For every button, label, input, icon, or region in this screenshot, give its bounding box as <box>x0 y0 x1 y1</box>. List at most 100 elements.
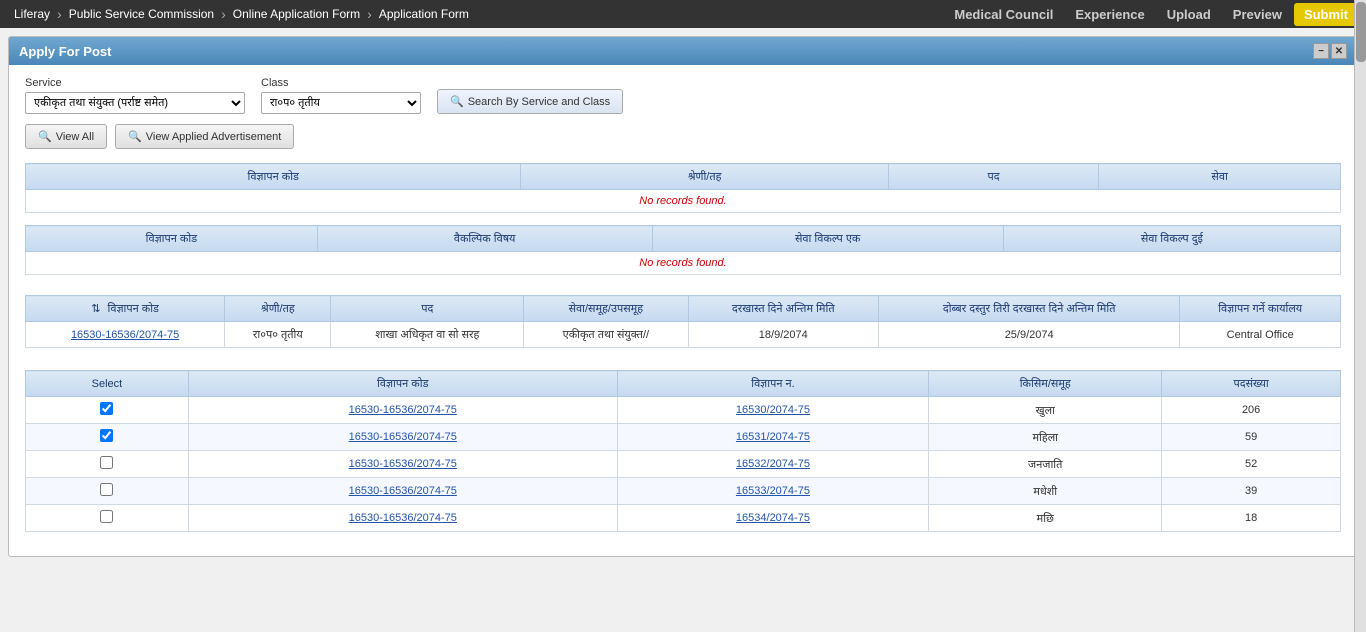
table4-row4-advno: 16534/2074-75 <box>617 505 929 532</box>
service-select[interactable]: एकीकृत तथा संयुक्त (पर्राष्ट समेत) <box>25 92 245 114</box>
table4-row1-advno-link[interactable]: 16531/2074-75 <box>736 431 810 443</box>
table4-header-category: किसिम/समूह <box>929 371 1162 397</box>
table2-section: विज्ञापन कोड वैकल्पिक विषय सेवा विकल्प ए… <box>25 225 1341 275</box>
tab-upload[interactable]: Upload <box>1157 3 1221 26</box>
table4-row4-count: 18 <box>1162 505 1341 532</box>
table4-header-count: पदसंख्या <box>1162 371 1341 397</box>
panel-header: Apply For Post − ✕ <box>9 37 1357 65</box>
table4-header-code: विज्ञापन कोड <box>188 371 617 397</box>
table4-row2-checkbox-cell <box>26 451 189 478</box>
table3: ⇅ विज्ञापन कोड श्रेणी/तह पद सेवा/समूह/उप… <box>25 295 1341 348</box>
service-class-row: Service एकीकृत तथा संयुक्त (पर्राष्ट समे… <box>25 77 1341 114</box>
table1-section: विज्ञापन कोड श्रेणी/तह पद सेवा No record… <box>25 163 1341 213</box>
table3-section: ⇅ विज्ञापन कोड श्रेणी/तह पद सेवा/समूह/उप… <box>25 295 1341 348</box>
table2: विज्ञापन कोड वैकल्पिक विषय सेवा विकल्प ए… <box>25 225 1341 275</box>
list-item: 16530-16536/2074-75 16530/2074-75 खुला 2… <box>26 397 1341 424</box>
view-all-icon: 🔍 <box>38 130 52 143</box>
table3-header-office: विज्ञापन गर्ने कार्यालय <box>1180 296 1341 322</box>
table3-row1-post: शाखा अधिकृत वा सो सरह <box>331 322 524 348</box>
table4-row2-advno-link[interactable]: 16532/2074-75 <box>736 458 810 470</box>
breadcrumb-sep-3: › <box>367 6 372 22</box>
table4-row0-count: 206 <box>1162 397 1341 424</box>
table4-row0-advno-link[interactable]: 16530/2074-75 <box>736 404 810 416</box>
table4-row2-checkbox[interactable] <box>100 456 113 469</box>
search-icon: 🔍 <box>450 95 464 108</box>
breadcrumb-liferay[interactable]: Liferay <box>8 3 56 25</box>
scrollbar-thumb[interactable] <box>1356 2 1366 62</box>
table4-row3-category: मधेशी <box>929 478 1162 505</box>
table3-header-service: सेवा/समूह/उपसमूह <box>524 296 688 322</box>
breadcrumb-sep-1: › <box>57 6 62 22</box>
table2-header-service2: सेवा विकल्प दुई <box>1003 226 1340 252</box>
table4-row1-code-link[interactable]: 16530-16536/2074-75 <box>349 431 457 443</box>
table2-header-service1: सेवा विकल्प एक <box>652 226 1003 252</box>
table2-header-optional: वैकल्पिक विषय <box>317 226 652 252</box>
table4-row1-category: महिला <box>929 424 1162 451</box>
table1-header-grade: श्रेणी/तह <box>521 164 888 190</box>
table3-header-deadline: दरखास्त दिने अन्तिम मिति <box>688 296 878 322</box>
table4-row4-advno-link[interactable]: 16534/2074-75 <box>736 512 810 524</box>
table4-row3-checkbox[interactable] <box>100 483 113 496</box>
list-item: 16530-16536/2074-75 16532/2074-75 जनजाति… <box>26 451 1341 478</box>
table4-row3-advno-link[interactable]: 16533/2074-75 <box>736 485 810 497</box>
service-group: Service एकीकृत तथा संयुक्त (पर्राष्ट समे… <box>25 77 245 114</box>
panel-header-buttons: − ✕ <box>1313 43 1347 59</box>
table4-row4-code-link[interactable]: 16530-16536/2074-75 <box>349 512 457 524</box>
breadcrumb-af[interactable]: Application Form <box>373 3 475 25</box>
breadcrumb-sep-2: › <box>221 6 226 22</box>
table4-row2-advno: 16532/2074-75 <box>617 451 929 478</box>
table3-header-code: ⇅ विज्ञापन कोड <box>26 296 225 322</box>
table1-header-post: पद <box>888 164 1099 190</box>
table4-row3-count: 39 <box>1162 478 1341 505</box>
table4-row1-count: 59 <box>1162 424 1341 451</box>
action-row: 🔍 View All 🔍 View Applied Advertisement <box>25 124 1341 149</box>
table2-no-records: No records found. <box>26 252 1341 275</box>
tab-nav: Medical Council Experience Upload Previe… <box>944 3 1358 26</box>
table4-row2-count: 52 <box>1162 451 1341 478</box>
list-item: 16530-16536/2074-75 16534/2074-75 मछि 18 <box>26 505 1341 532</box>
table4-row1-checkbox-cell <box>26 424 189 451</box>
table4-row0-code: 16530-16536/2074-75 <box>188 397 617 424</box>
table4-row0-advno: 16530/2074-75 <box>617 397 929 424</box>
table4-row4-checkbox[interactable] <box>100 510 113 523</box>
table3-header-grade: श्रेणी/तह <box>225 296 331 322</box>
form-area: Service एकीकृत तथा संयुक्त (पर्राष्ट समे… <box>9 65 1357 556</box>
table3-row1-double-deadline: 25/9/2074 <box>878 322 1179 348</box>
table4-row4-checkbox-cell <box>26 505 189 532</box>
view-all-button[interactable]: 🔍 View All <box>25 124 107 149</box>
search-service-class-button[interactable]: 🔍 Search By Service and Class <box>437 89 623 114</box>
table3-row1-code: 16530-16536/2074-75 <box>26 322 225 348</box>
table4-row0-checkbox[interactable] <box>100 402 113 415</box>
table4-header-advno: विज्ञापन न. <box>617 371 929 397</box>
breadcrumb-psc[interactable]: Public Service Commission <box>63 3 220 25</box>
table1-header-code: विज्ञापन कोड <box>26 164 521 190</box>
table4-row0-code-link[interactable]: 16530-16536/2074-75 <box>349 404 457 416</box>
table1: विज्ञापन कोड श्रेणी/तह पद सेवा No record… <box>25 163 1341 213</box>
table4-row4-category: मछि <box>929 505 1162 532</box>
tab-submit[interactable]: Submit <box>1294 3 1358 26</box>
table4-row3-checkbox-cell <box>26 478 189 505</box>
view-applied-icon: 🔍 <box>128 130 142 143</box>
table4-row2-code-link[interactable]: 16530-16536/2074-75 <box>349 458 457 470</box>
breadcrumb-oaf[interactable]: Online Application Form <box>227 3 366 25</box>
table4-row1-code: 16530-16536/2074-75 <box>188 424 617 451</box>
main-panel: Apply For Post − ✕ Service एकीकृत तथा सं… <box>8 36 1358 557</box>
table3-header-double-deadline: दोब्बर दस्तुर तिरी दरखास्त दिने अन्तिम म… <box>878 296 1179 322</box>
table4-row3-code: 16530-16536/2074-75 <box>188 478 617 505</box>
close-button[interactable]: ✕ <box>1331 43 1347 59</box>
table4-row3-advno: 16533/2074-75 <box>617 478 929 505</box>
table4-row3-code-link[interactable]: 16530-16536/2074-75 <box>349 485 457 497</box>
panel-title: Apply For Post <box>19 44 111 59</box>
view-applied-button[interactable]: 🔍 View Applied Advertisement <box>115 124 294 149</box>
minimize-button[interactable]: − <box>1313 43 1329 59</box>
tab-medical-council[interactable]: Medical Council <box>944 3 1063 26</box>
list-item: 16530-16536/2074-75 16531/2074-75 महिला … <box>26 424 1341 451</box>
table4-row1-checkbox[interactable] <box>100 429 113 442</box>
class-select[interactable]: रा०प० तृतीय <box>261 92 421 114</box>
scrollbar[interactable] <box>1354 0 1366 632</box>
tab-preview[interactable]: Preview <box>1223 3 1292 26</box>
table4-row2-category: जनजाति <box>929 451 1162 478</box>
tab-experience[interactable]: Experience <box>1065 3 1154 26</box>
table3-row1-code-link[interactable]: 16530-16536/2074-75 <box>71 329 179 341</box>
table4: Select विज्ञापन कोड विज्ञापन न. किसिम/सम… <box>25 370 1341 532</box>
